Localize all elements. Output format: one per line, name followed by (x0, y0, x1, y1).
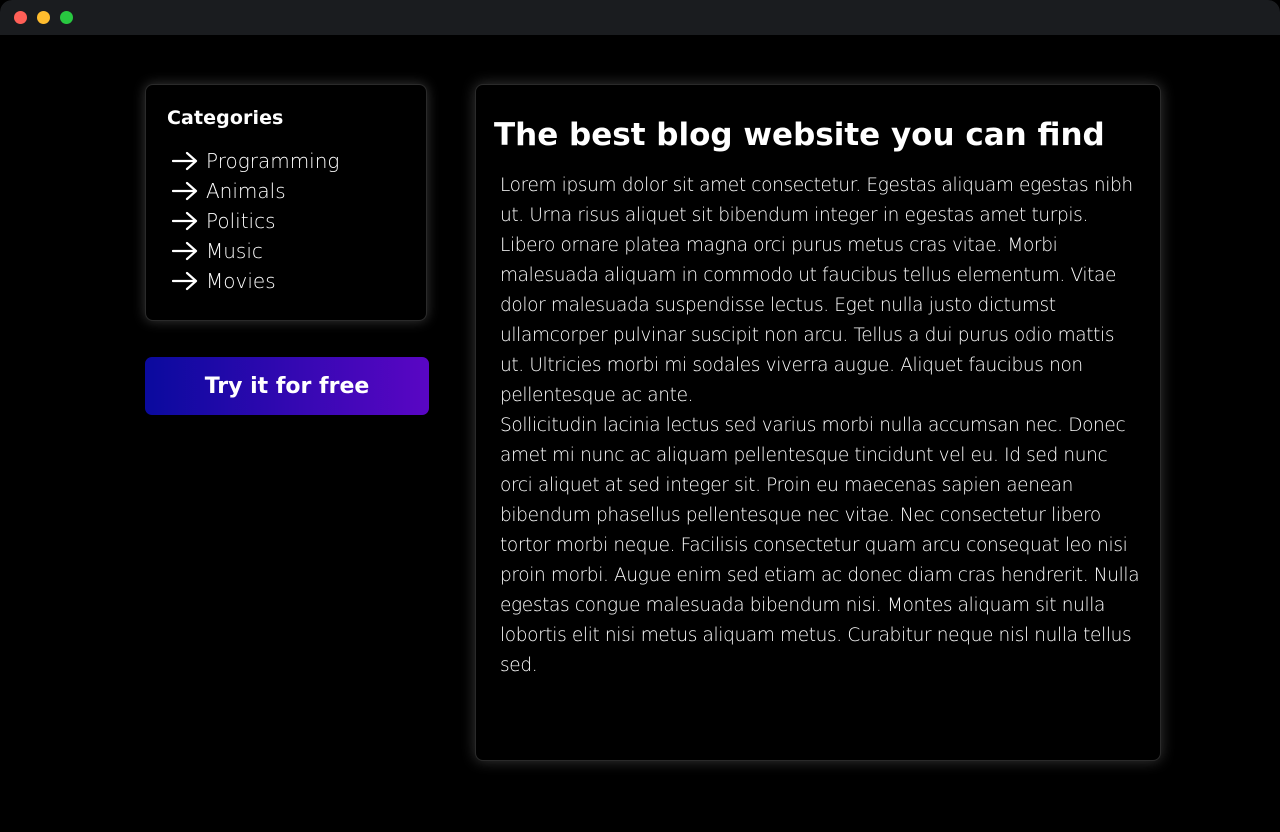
category-item-animals[interactable]: Animals (172, 176, 339, 206)
article-paragraph: Sollicitudin lacinia lectus sed varius m… (500, 415, 1140, 676)
categories-heading: Categories (167, 107, 284, 129)
category-item-politics[interactable]: Politics (172, 206, 339, 236)
try-for-free-button[interactable]: Try it for free (145, 357, 429, 415)
minimize-window-button[interactable] (37, 11, 50, 24)
category-item-music[interactable]: Music (172, 236, 339, 266)
arrow-right-icon (172, 181, 198, 201)
window-titlebar (0, 0, 1280, 35)
category-label: Programming (206, 149, 340, 173)
zoom-window-button[interactable] (60, 11, 73, 24)
article-title: The best blog website you can find (494, 117, 1105, 153)
category-label: Animals (206, 179, 286, 203)
browser-window: Categories Programming Animals Politics (0, 0, 1280, 832)
category-label: Politics (206, 209, 276, 233)
category-item-programming[interactable]: Programming (172, 146, 339, 176)
category-item-movies[interactable]: Movies (172, 266, 339, 296)
article-body: Lorem ipsum dolor sit amet consectetur. … (500, 171, 1140, 681)
arrow-right-icon (172, 151, 198, 171)
arrow-right-icon (172, 271, 198, 291)
arrow-right-icon (172, 241, 198, 261)
article-panel: The best blog website you can find Lorem… (475, 84, 1161, 761)
categories-panel: Categories Programming Animals Politics (145, 84, 427, 321)
category-label: Movies (206, 269, 276, 293)
article-paragraph: Lorem ipsum dolor sit amet consectetur. … (500, 175, 1133, 406)
arrow-right-icon (172, 211, 198, 231)
close-window-button[interactable] (14, 11, 27, 24)
categories-list: Programming Animals Politics Music Movie… (172, 146, 339, 296)
category-label: Music (206, 239, 263, 263)
